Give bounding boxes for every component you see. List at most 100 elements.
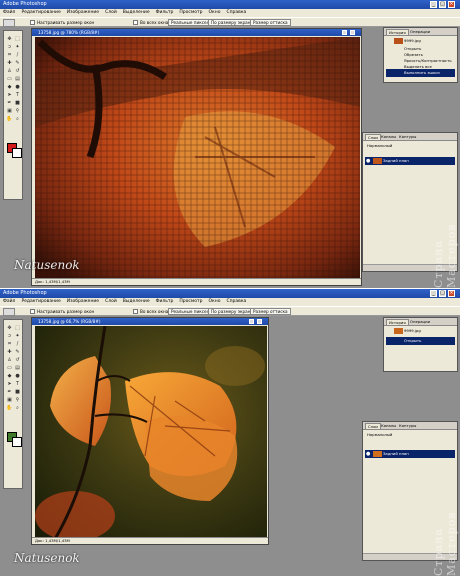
shape-icon[interactable]: ■ (14, 100, 21, 107)
path-icon[interactable]: ➤ (6, 381, 13, 388)
resize-windows-checkbox[interactable] (30, 20, 35, 25)
eyedropper-icon[interactable]: ⚲ (14, 397, 21, 404)
tab-history[interactable]: История (386, 29, 409, 35)
crop-icon[interactable]: ⌗ (6, 52, 13, 59)
maximize-icon[interactable]: □ (439, 1, 446, 8)
layer-row-background[interactable]: ● Задний план (365, 157, 455, 165)
text-icon[interactable]: T (14, 92, 21, 99)
menu-help[interactable]: Справка (226, 9, 246, 17)
all-windows-checkbox[interactable] (133, 309, 138, 314)
slice-icon[interactable]: / (14, 52, 21, 59)
zoom-icon[interactable]: ⌕ (14, 405, 21, 412)
close-icon[interactable]: × (448, 290, 455, 297)
gradient-icon[interactable]: ▤ (14, 365, 21, 372)
tab-actions[interactable]: Операции (408, 29, 432, 35)
history-snapshot[interactable]: 9999.jpg (386, 327, 455, 335)
menu-filter[interactable]: Фильтр (156, 9, 174, 17)
history-brush-icon[interactable]: ↺ (14, 68, 21, 75)
history-snapshot[interactable]: 9999.jpg (386, 37, 455, 45)
doc-minimize-icon[interactable] (342, 30, 347, 35)
menu-file[interactable]: Файл (3, 9, 15, 17)
blur-icon[interactable]: ◆ (6, 84, 13, 91)
menu-select[interactable]: Выделение (123, 9, 150, 17)
pen-icon[interactable]: ✒ (6, 100, 13, 107)
marquee-icon[interactable]: ⬚ (14, 36, 21, 43)
move-icon[interactable]: ✥ (6, 325, 13, 332)
fit-screen-button[interactable]: По размеру экрана (208, 308, 257, 315)
hand-icon[interactable]: ✋ (6, 405, 13, 412)
brush-icon[interactable]: ✎ (14, 349, 21, 356)
blur-icon[interactable]: ◆ (6, 373, 13, 380)
print-size-button[interactable]: Размер оттиска (250, 308, 291, 315)
menu-file[interactable]: Файл (3, 298, 15, 306)
wand-icon[interactable]: ✦ (14, 333, 21, 340)
menu-window[interactable]: Окно (209, 9, 221, 17)
close-icon[interactable]: × (448, 1, 455, 8)
dodge-icon[interactable]: ● (14, 84, 21, 91)
menu-view[interactable]: Просмотр (179, 9, 202, 17)
print-size-button[interactable]: Размер оттиска (250, 19, 291, 26)
menu-window[interactable]: Окно (209, 298, 221, 306)
gradient-icon[interactable]: ▤ (14, 76, 21, 83)
tab-channels[interactable]: Каналы (379, 423, 398, 429)
doc-close-icon[interactable] (257, 319, 262, 324)
notes-icon[interactable]: ▣ (6, 108, 13, 115)
image-canvas[interactable] (35, 326, 267, 539)
tab-actions[interactable]: Операции (408, 319, 432, 325)
history-step-selected[interactable]: Выполнить эшкиз (386, 69, 455, 77)
history-brush-icon[interactable]: ↺ (14, 357, 21, 364)
slice-icon[interactable]: / (14, 341, 21, 348)
move-icon[interactable]: ✥ (6, 36, 13, 43)
image-canvas-zoomed[interactable] (35, 37, 360, 281)
dodge-icon[interactable]: ● (14, 373, 21, 380)
notes-icon[interactable]: ▣ (6, 397, 13, 404)
background-color-swatch[interactable] (12, 437, 22, 447)
doc-minimize-icon[interactable] (249, 319, 254, 324)
marquee-icon[interactable]: ⬚ (14, 325, 21, 332)
zoom-tool-icon[interactable] (3, 19, 15, 27)
resize-windows-checkbox[interactable] (30, 309, 35, 314)
tab-paths[interactable]: Контуры (397, 423, 418, 429)
heal-icon[interactable]: ✚ (6, 60, 13, 67)
lasso-icon[interactable]: ↄ (6, 44, 13, 51)
lasso-icon[interactable]: ↄ (6, 333, 13, 340)
eraser-icon[interactable]: ▭ (6, 76, 13, 83)
hand-icon[interactable]: ✋ (6, 116, 13, 123)
layer-row-background[interactable]: ● Задний план (365, 450, 455, 458)
menu-image[interactable]: Изображение (67, 9, 99, 17)
menu-edit[interactable]: Редактирование (21, 298, 60, 306)
stamp-icon[interactable]: ♙ (6, 357, 13, 364)
zoom-tool-icon[interactable] (3, 308, 15, 316)
tab-history[interactable]: История (386, 319, 409, 325)
pen-icon[interactable]: ✒ (6, 389, 13, 396)
stamp-icon[interactable]: ♙ (6, 68, 13, 75)
menu-select[interactable]: Выделение (123, 298, 150, 306)
wand-icon[interactable]: ✦ (14, 44, 21, 51)
all-windows-checkbox[interactable] (133, 20, 138, 25)
tab-paths[interactable]: Контуры (397, 134, 418, 140)
heal-icon[interactable]: ✚ (6, 349, 13, 356)
background-color-swatch[interactable] (12, 148, 22, 158)
menu-image[interactable]: Изображение (67, 298, 99, 306)
brush-icon[interactable]: ✎ (14, 60, 21, 67)
menu-filter[interactable]: Фильтр (156, 298, 174, 306)
path-icon[interactable]: ➤ (6, 92, 13, 99)
menu-help[interactable]: Справка (226, 298, 246, 306)
menu-layer[interactable]: Слой (105, 298, 117, 306)
maximize-icon[interactable]: □ (439, 290, 446, 297)
eyedropper-icon[interactable]: ⚲ (14, 108, 21, 115)
doc-close-icon[interactable] (350, 30, 355, 35)
shape-icon[interactable]: ■ (14, 389, 21, 396)
crop-icon[interactable]: ⌗ (6, 341, 13, 348)
fit-screen-button[interactable]: По размеру экрана (208, 19, 257, 26)
minimize-icon[interactable]: _ (430, 1, 437, 8)
history-step-selected[interactable]: Открыть (386, 337, 455, 345)
eye-icon[interactable]: ● (366, 157, 370, 165)
menu-layer[interactable]: Слой (105, 9, 117, 17)
zoom-icon[interactable]: ⌕ (14, 116, 21, 123)
minimize-icon[interactable]: _ (430, 290, 437, 297)
blend-mode-select[interactable]: Нормальный (365, 142, 455, 150)
eye-icon[interactable]: ● (366, 450, 370, 458)
eraser-icon[interactable]: ▭ (6, 365, 13, 372)
tab-channels[interactable]: Каналы (379, 134, 398, 140)
